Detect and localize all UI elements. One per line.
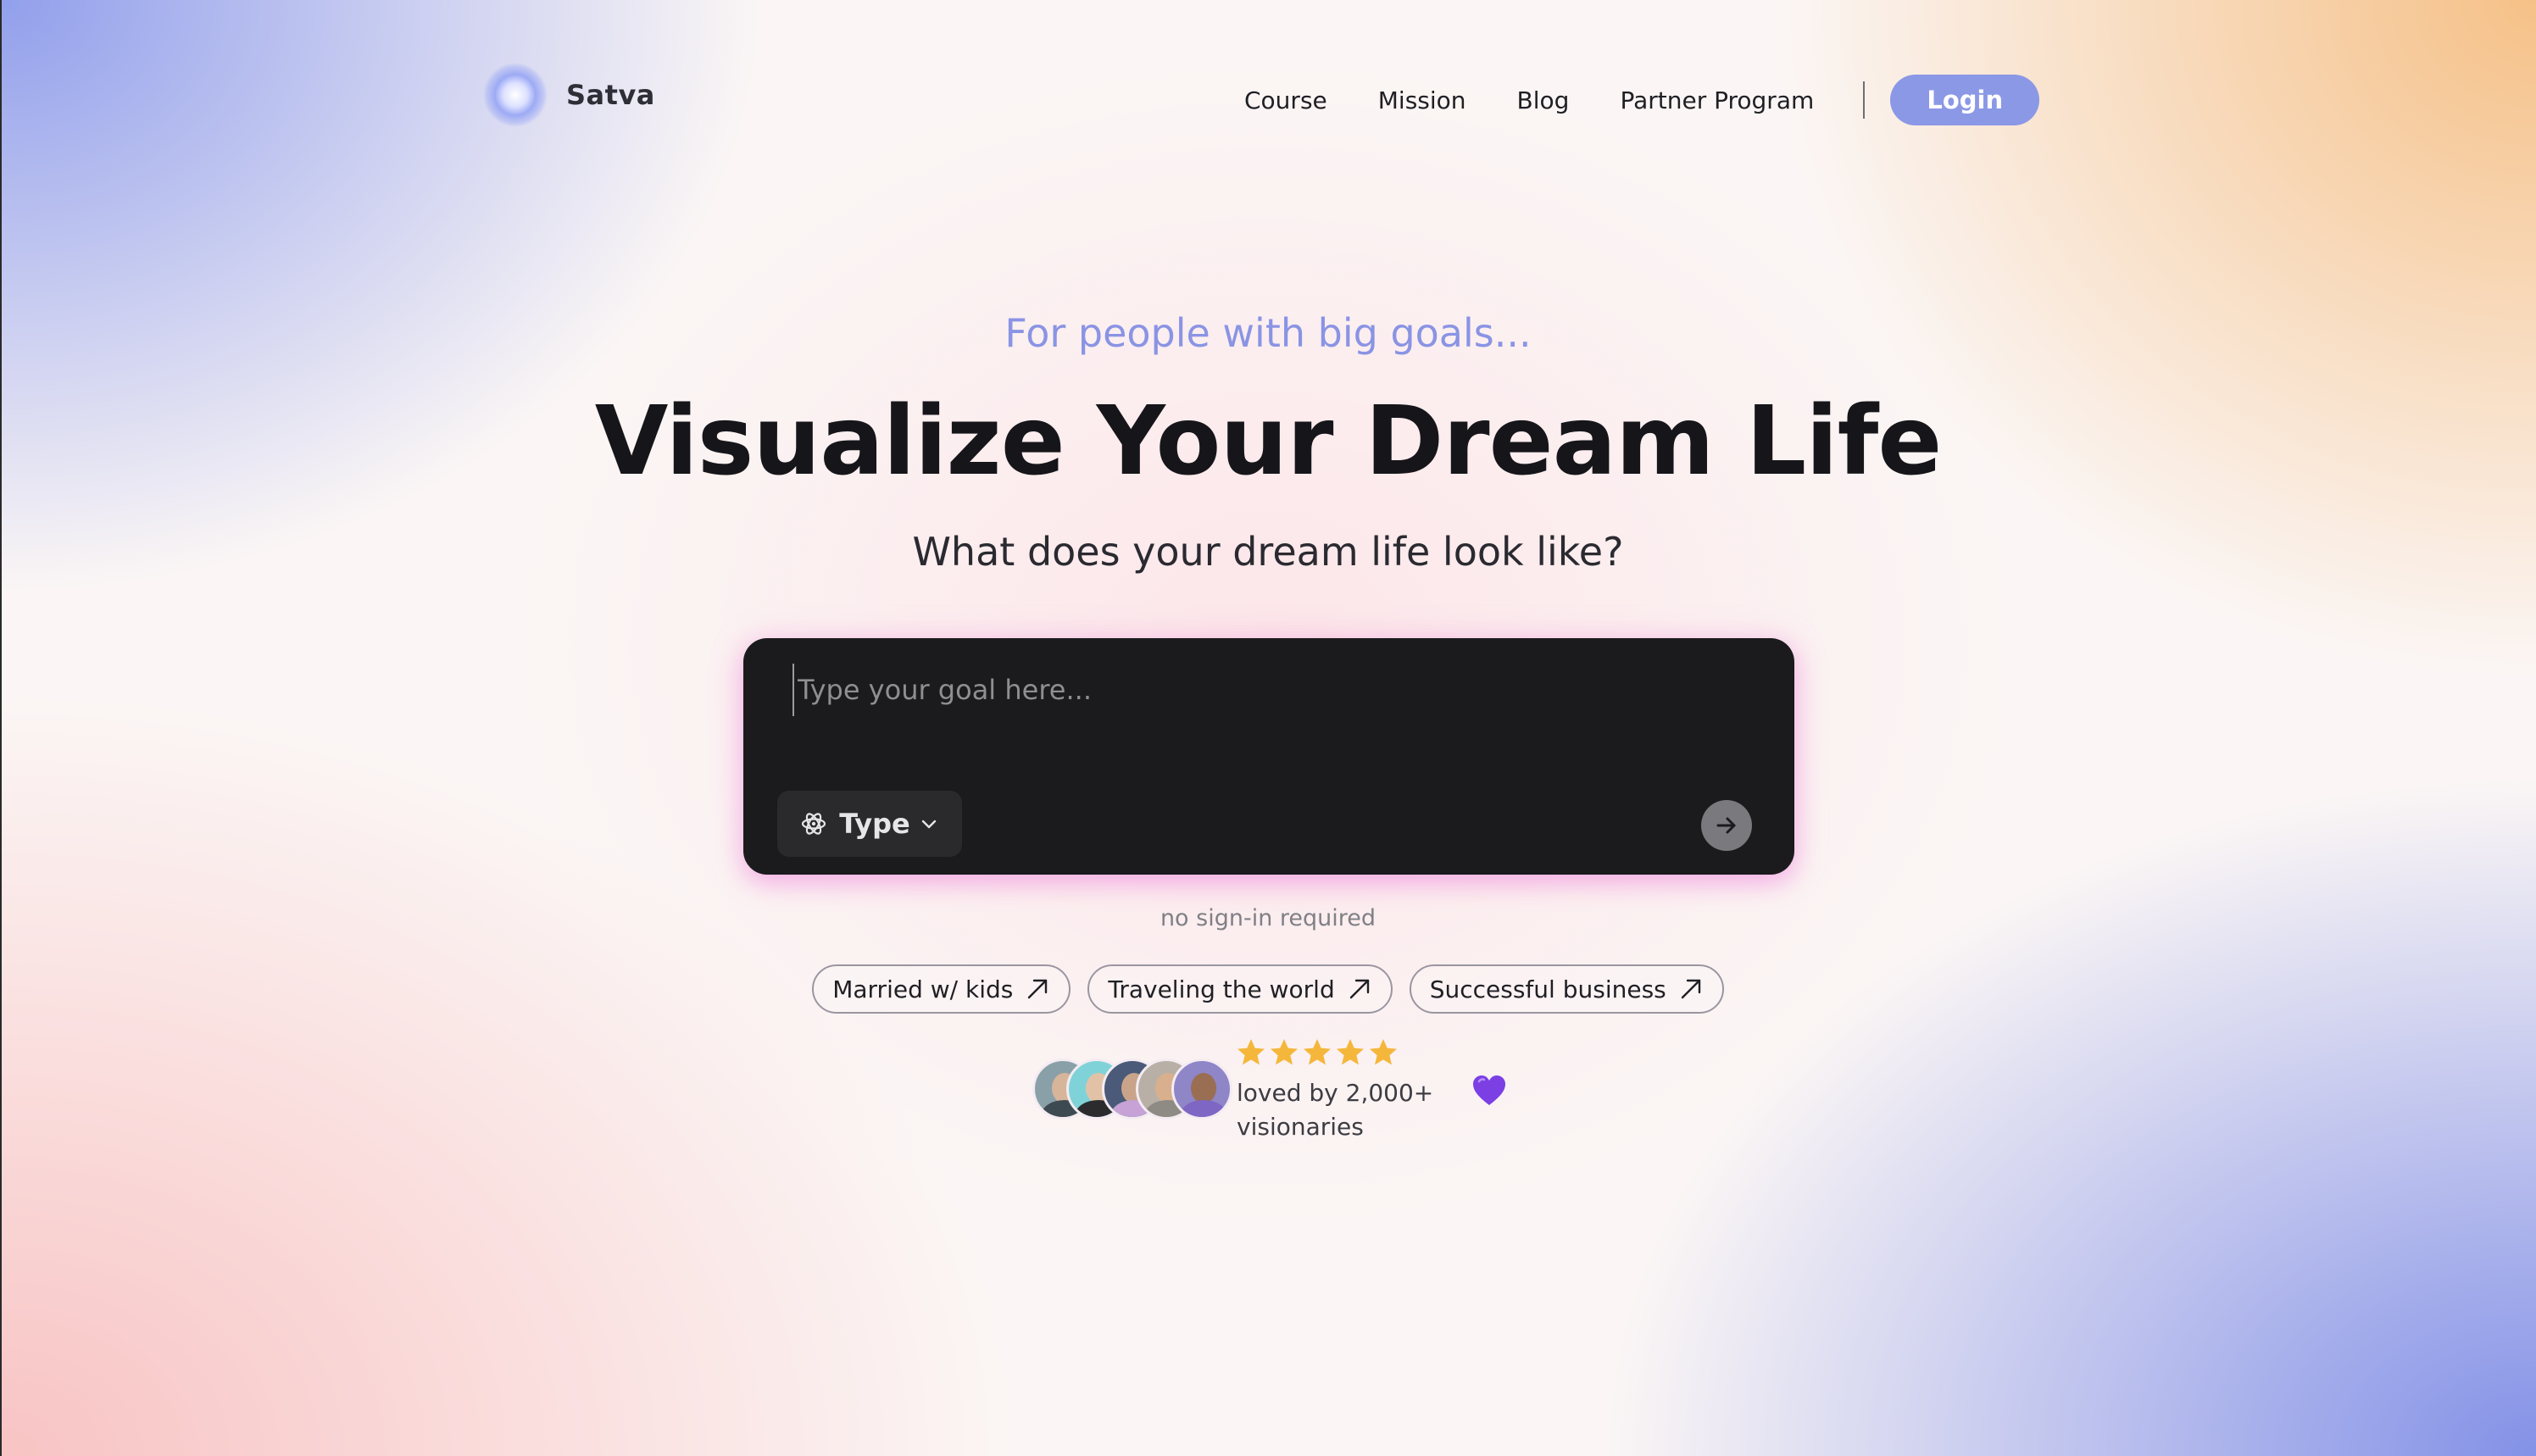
chevron-down-icon bbox=[921, 820, 936, 829]
star-icon bbox=[1337, 1039, 1364, 1065]
brand-logo[interactable]: Satva bbox=[483, 63, 655, 127]
avatar-stack bbox=[1032, 1059, 1232, 1123]
arrow-up-right-icon bbox=[1028, 979, 1048, 999]
nav-links: Course Mission Blog Partner Program Logi… bbox=[1244, 75, 2040, 125]
hero-subtitle: What does your dream life look like? bbox=[912, 529, 1624, 575]
orb-logo-icon bbox=[483, 63, 548, 127]
nav-divider bbox=[1863, 81, 1866, 119]
purple-heart-icon bbox=[1473, 1075, 1505, 1105]
chip-label: Traveling the world bbox=[1108, 975, 1335, 1003]
chip-label: Married w/ kids bbox=[832, 975, 1014, 1003]
loved-by-text: loved by 2,000+ visionaries bbox=[1237, 1079, 1434, 1141]
arrow-up-right-icon bbox=[1681, 979, 1700, 999]
example-goal-chips: Married w/ kids Traveling the world Succ… bbox=[0, 964, 2536, 1014]
type-dropdown-button[interactable]: Type bbox=[777, 791, 962, 857]
rating-stars bbox=[1236, 1037, 1401, 1068]
type-label: Type bbox=[839, 808, 910, 840]
chip-traveling-the-world[interactable]: Traveling the world bbox=[1087, 964, 1393, 1014]
star-icon bbox=[1370, 1039, 1397, 1065]
window-edge bbox=[0, 0, 2, 1456]
no-signin-note: no sign-in required bbox=[1160, 905, 1376, 931]
atom-icon bbox=[802, 813, 826, 835]
chip-married-with-kids[interactable]: Married w/ kids bbox=[812, 964, 1071, 1014]
page-title: Visualize Your Dream Life bbox=[594, 386, 1943, 497]
star-icon bbox=[1237, 1039, 1265, 1065]
chip-label: Successful business bbox=[1429, 975, 1666, 1003]
goal-prompt-box: Type bbox=[743, 638, 1794, 875]
brand-name: Satva bbox=[566, 79, 655, 111]
goal-input[interactable] bbox=[792, 664, 1732, 716]
nav-link-course[interactable]: Course bbox=[1244, 86, 1327, 114]
arrow-up-right-icon bbox=[1349, 979, 1369, 999]
nav-link-mission[interactable]: Mission bbox=[1378, 86, 1466, 114]
arrow-right-icon bbox=[1716, 817, 1736, 834]
star-icon bbox=[1304, 1039, 1331, 1065]
hero-eyebrow: For people with big goals... bbox=[1004, 310, 1532, 356]
avatar bbox=[1171, 1059, 1232, 1120]
login-button[interactable]: Login bbox=[1890, 75, 2040, 125]
chip-successful-business[interactable]: Successful business bbox=[1409, 964, 1724, 1014]
star-icon bbox=[1271, 1039, 1298, 1065]
nav-link-partner-program[interactable]: Partner Program bbox=[1620, 86, 1814, 114]
submit-goal-button[interactable] bbox=[1701, 800, 1752, 851]
nav-link-blog[interactable]: Blog bbox=[1517, 86, 1570, 114]
top-navigation: Satva Course Mission Blog Partner Progra… bbox=[0, 0, 2536, 186]
